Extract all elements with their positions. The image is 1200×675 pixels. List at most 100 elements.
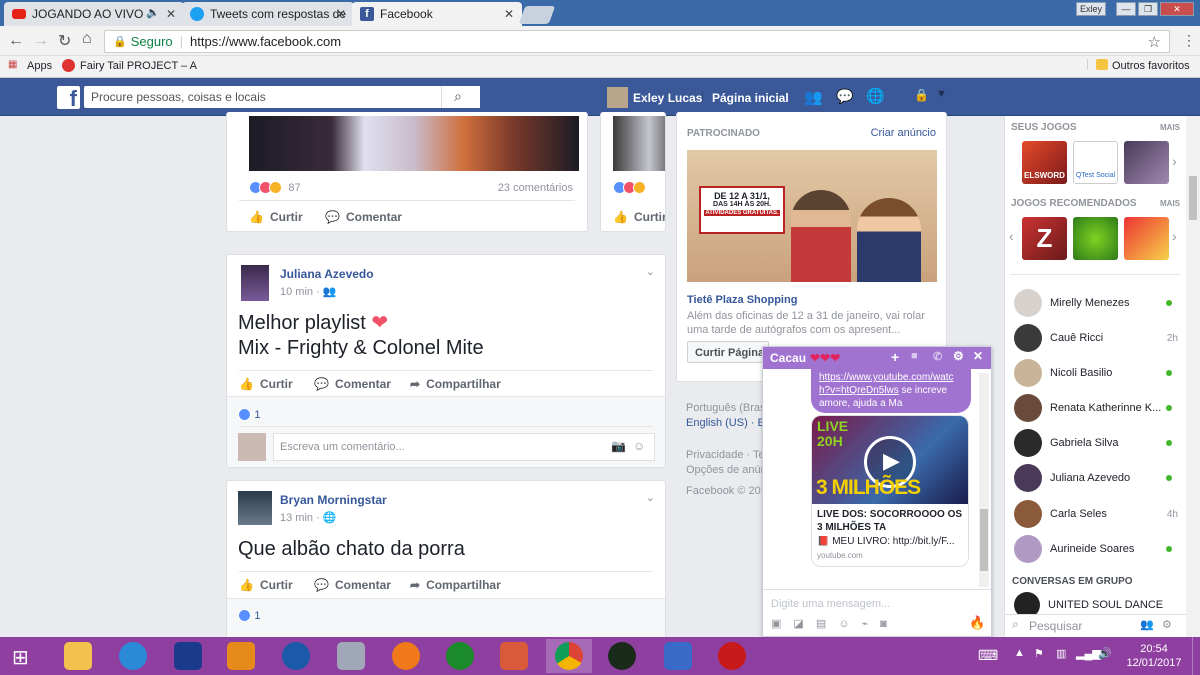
app-icon[interactable] — [500, 642, 528, 670]
chevron-left-icon[interactable]: ‹ — [1009, 228, 1014, 244]
reload-icon[interactable]: ↻ — [58, 31, 71, 51]
tab-youtube[interactable]: JOGANDO AO VIVO - 🔈 ✕ — [4, 2, 184, 26]
search-input[interactable]: Procure pessoas, coisas e locais — [84, 86, 480, 108]
post-author[interactable]: Juliana Azevedo — [280, 267, 374, 281]
emoji-icon[interactable]: ☺ — [633, 439, 645, 453]
close-icon[interactable]: ✕ — [336, 7, 346, 21]
contact-item[interactable]: Mirelly Menezes — [1014, 288, 1178, 318]
more-games-link[interactable]: MAIS — [1160, 199, 1180, 208]
back-icon[interactable]: ← — [8, 32, 24, 50]
reactions[interactable]: 87 — [249, 180, 301, 195]
post-time[interactable]: 10 min · 👥 — [280, 285, 337, 298]
ad-image[interactable]: DE 12 A 31/1, DAS 14H ÀS 20H. ATIVIDADES… — [687, 150, 937, 282]
star-icon[interactable]: ☆ — [1148, 33, 1161, 51]
comment-button[interactable]: 💬 Comentar — [314, 377, 391, 391]
chat-title[interactable]: Cacau — [770, 351, 806, 365]
contact-search-input[interactable]: Pesquisar — [1005, 614, 1186, 637]
scrollbar-thumb[interactable] — [1189, 176, 1197, 220]
options-gear-icon[interactable]: ⚙ — [1162, 618, 1172, 631]
tab-facebook[interactable]: f Facebook ✕ — [352, 2, 522, 26]
tray-chevron-icon[interactable]: ▲ — [1014, 647, 1025, 659]
friend-requests-icon[interactable]: 👥 — [804, 88, 823, 106]
post-image[interactable] — [613, 116, 665, 171]
close-window-button[interactable]: ✕ — [1160, 2, 1194, 16]
volume-icon[interactable]: 🔊 — [1098, 647, 1112, 660]
forward-icon[interactable]: → — [33, 32, 49, 50]
internet-explorer-icon[interactable] — [119, 642, 147, 670]
profile-button[interactable]: Exley — [1076, 2, 1106, 16]
fire-icon[interactable]: 🔥 — [969, 615, 985, 631]
like-button[interactable]: 👍 Curtir — [239, 578, 293, 592]
windows-start-icon[interactable]: ⊞ — [12, 645, 29, 670]
game-icon-elsword[interactable]: ELSWORD — [1022, 141, 1067, 184]
new-group-icon[interactable]: 👥 — [1140, 618, 1154, 631]
sticker-icon[interactable]: ◪ — [793, 618, 815, 630]
contact-item[interactable]: Carla Seles 4h — [1014, 499, 1178, 529]
contact-item[interactable]: Nicoli Basilio — [1014, 358, 1178, 388]
share-button[interactable]: ➦ Compartilhar — [410, 578, 501, 592]
bookmark-fairy-tail[interactable]: Fairy Tail PROJECT – A — [80, 60, 197, 72]
contact-item[interactable]: Aurineide Soares — [1014, 534, 1178, 564]
link-preview[interactable]: LIVE 20H ▶ 3 MILHÕES LIVE DOS: SOCORROOO… — [811, 415, 969, 567]
like-button[interactable]: 👍 Curtir — [613, 210, 665, 224]
photo-icon[interactable]: ▣ — [771, 618, 793, 630]
comment-input[interactable]: Escreva um comentário... — [273, 433, 655, 461]
flag-icon[interactable]: ⚑ — [1034, 647, 1044, 660]
share-button[interactable]: ➦ Compartilhar — [410, 377, 501, 391]
close-icon[interactable]: ✕ — [973, 349, 983, 363]
bookmark-apps[interactable]: Apps — [27, 60, 52, 72]
home-icon[interactable]: ⌂ — [82, 30, 92, 48]
like-count[interactable]: 1 — [238, 608, 260, 623]
comments-count[interactable]: 23 comentários — [498, 182, 573, 194]
like-button[interactable]: 👍 Curtir — [239, 377, 293, 391]
privacy-icon[interactable]: 🔒 — [914, 88, 929, 102]
avast-icon[interactable] — [392, 642, 420, 670]
home-link[interactable]: Página inicial — [712, 91, 789, 105]
game-icon-qtest[interactable]: QTest Social — [1073, 141, 1118, 184]
close-icon[interactable]: ✕ — [504, 7, 514, 21]
post-image[interactable] — [249, 116, 579, 171]
app-icon[interactable] — [718, 642, 746, 670]
video-icon[interactable]: ■ — [911, 350, 918, 362]
avatar[interactable] — [241, 265, 269, 301]
avatar[interactable] — [238, 491, 272, 525]
post-time[interactable]: 13 min · 🌐 — [280, 511, 337, 524]
notifications-globe-icon[interactable]: 🌐 — [866, 87, 885, 105]
chrome-taskbar-button[interactable] — [546, 639, 592, 673]
facebook-logo[interactable]: f — [57, 86, 80, 111]
game-icon[interactable] — [1124, 217, 1169, 260]
phone-icon[interactable]: ✆ — [933, 350, 942, 363]
gif-icon[interactable]: ▤ — [816, 618, 838, 630]
menu-icon[interactable]: ⋮ — [1182, 32, 1196, 49]
show-desktop-button[interactable] — [1192, 637, 1200, 675]
chevron-down-icon[interactable]: ▼ — [936, 88, 947, 100]
comment-button[interactable]: 💬 Comentar — [314, 578, 391, 592]
avatar[interactable] — [607, 87, 628, 108]
like-page-button[interactable]: Curtir Página — [687, 341, 769, 363]
bookmark-other[interactable]: Outros favoritos — [1112, 60, 1190, 72]
chat-header[interactable]: Cacau ❤❤❤ + ■ ✆ ⚙ ✕ — [763, 347, 991, 369]
message-input[interactable]: Digite uma mensagem... — [771, 598, 890, 610]
chevron-down-icon[interactable]: ⌄ — [646, 491, 655, 504]
post-author[interactable]: Bryan Morningstar — [280, 493, 387, 507]
keyboard-icon[interactable]: ⌨ — [978, 647, 998, 664]
app-icon[interactable] — [664, 642, 692, 670]
chat-scrollbar[interactable] — [979, 373, 989, 587]
game-icon[interactable] — [1124, 141, 1169, 184]
tab-twitter[interactable]: Tweets com respostas de ✕ — [182, 2, 354, 26]
search-button[interactable]: ⌕ — [441, 86, 480, 108]
game-launcher-icon[interactable] — [608, 642, 636, 670]
app-icon[interactable] — [337, 642, 365, 670]
language-alt-link[interactable]: English (US) · E — [686, 417, 765, 429]
contact-item[interactable]: Juliana Azevedo — [1014, 463, 1178, 493]
game-icon[interactable] — [1073, 217, 1118, 260]
comment-button[interactable]: 💬 Comentar — [325, 210, 402, 224]
footer-links[interactable]: Privacidade · Te — [686, 449, 765, 461]
url-bar[interactable]: 🔒 Seguro | https://www.facebook.com ☆ — [104, 30, 1170, 53]
scrollbar-thumb[interactable] — [980, 509, 988, 571]
chevron-down-icon[interactable]: ⌄ — [646, 265, 655, 278]
camera-icon[interactable]: 📷 — [611, 439, 626, 453]
like-count[interactable]: 1 — [238, 407, 260, 422]
help-icon[interactable] — [174, 642, 202, 670]
game-icon-z[interactable]: Z — [1022, 217, 1067, 260]
